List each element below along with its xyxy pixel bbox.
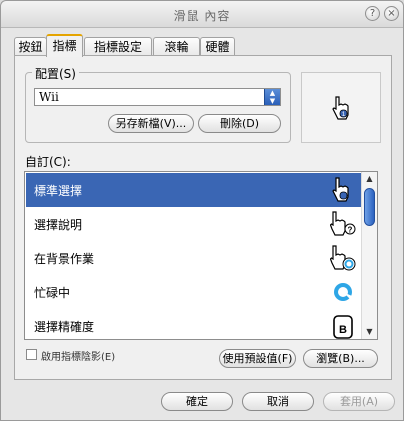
precision-b-icon: B: [333, 315, 353, 339]
close-icon: ×: [387, 8, 396, 19]
list-item[interactable]: 忙碌中: [26, 275, 362, 309]
help-button[interactable]: ?: [365, 6, 380, 21]
hand-help-icon: ?: [330, 211, 356, 236]
svg-text:B: B: [339, 324, 347, 336]
scheme-label: 配置(S): [32, 65, 79, 82]
list-item-label: 忙碌中: [34, 286, 71, 300]
scheme-value: Wii: [39, 90, 59, 104]
updown-arrow-icon: ▲ ▼: [264, 89, 280, 105]
svg-text:?: ?: [348, 226, 353, 235]
hand-pointer-preview-icon: 1: [332, 96, 349, 120]
cursor-preview: 1: [301, 72, 381, 143]
tab-wheel[interactable]: 滾輪: [153, 37, 200, 56]
scroll-up-icon[interactable]: ▲: [362, 172, 377, 186]
window-title: 滑鼠 內容: [173, 9, 231, 23]
title-bar: 滑鼠 內容 ? ×: [1, 1, 403, 28]
save-as-button[interactable]: 另存新檔(V)...: [108, 114, 194, 133]
busy-ring-icon: [334, 283, 352, 301]
mouse-properties-window: 滑鼠 內容 ? × 按鈕 指標 指標設定 滾輪 硬體 配置(S) Wii ▲ ▼ …: [0, 0, 404, 421]
list-item[interactable]: 選擇精確度 B: [26, 309, 362, 339]
list-item[interactable]: 標準選擇: [26, 173, 362, 207]
scroll-down-icon[interactable]: ▼: [362, 325, 377, 339]
scheme-select[interactable]: Wii ▲ ▼: [34, 88, 281, 106]
list-item-label: 標準選擇: [34, 184, 83, 198]
apply-button[interactable]: 套用(A): [323, 392, 395, 411]
help-icon: ?: [369, 8, 376, 19]
use-default-button[interactable]: 使用預設值(F): [219, 349, 296, 368]
scroll-thumb[interactable]: [364, 188, 375, 226]
tab-pointers[interactable]: 指標: [46, 34, 83, 57]
shadow-checkbox-label: 啟用指標陰影(E): [41, 352, 116, 363]
list-item-label: 選擇精確度: [34, 320, 95, 334]
list-item-label: 在背景作業: [34, 252, 95, 266]
tab-buttons[interactable]: 按鈕: [14, 37, 47, 56]
hand-busy-icon: [330, 245, 356, 271]
browse-button[interactable]: 瀏覽(B)...: [303, 349, 378, 368]
customize-label: 自訂(C):: [25, 155, 71, 169]
list-item[interactable]: 選擇說明 ?: [26, 207, 362, 241]
tab-pointer-options[interactable]: 指標設定: [84, 37, 152, 56]
hand-pointer-icon: [332, 177, 349, 202]
list-item-label: 選擇說明: [34, 218, 83, 232]
list-scrollbar[interactable]: ▲ ▼: [361, 172, 377, 339]
cancel-button[interactable]: 取消: [242, 392, 314, 411]
list-item[interactable]: 在背景作業: [26, 241, 362, 275]
shadow-checkbox[interactable]: [26, 349, 37, 360]
cursor-list[interactable]: 標準選擇 選擇說明 ? 在背景作業 忙碌中 選擇精確度 B ▲ ▼: [24, 171, 378, 340]
close-button[interactable]: ×: [384, 6, 399, 21]
tab-hardware[interactable]: 硬體: [200, 37, 235, 56]
delete-button[interactable]: 刪除(D): [198, 114, 281, 133]
ok-button[interactable]: 確定: [161, 392, 233, 411]
